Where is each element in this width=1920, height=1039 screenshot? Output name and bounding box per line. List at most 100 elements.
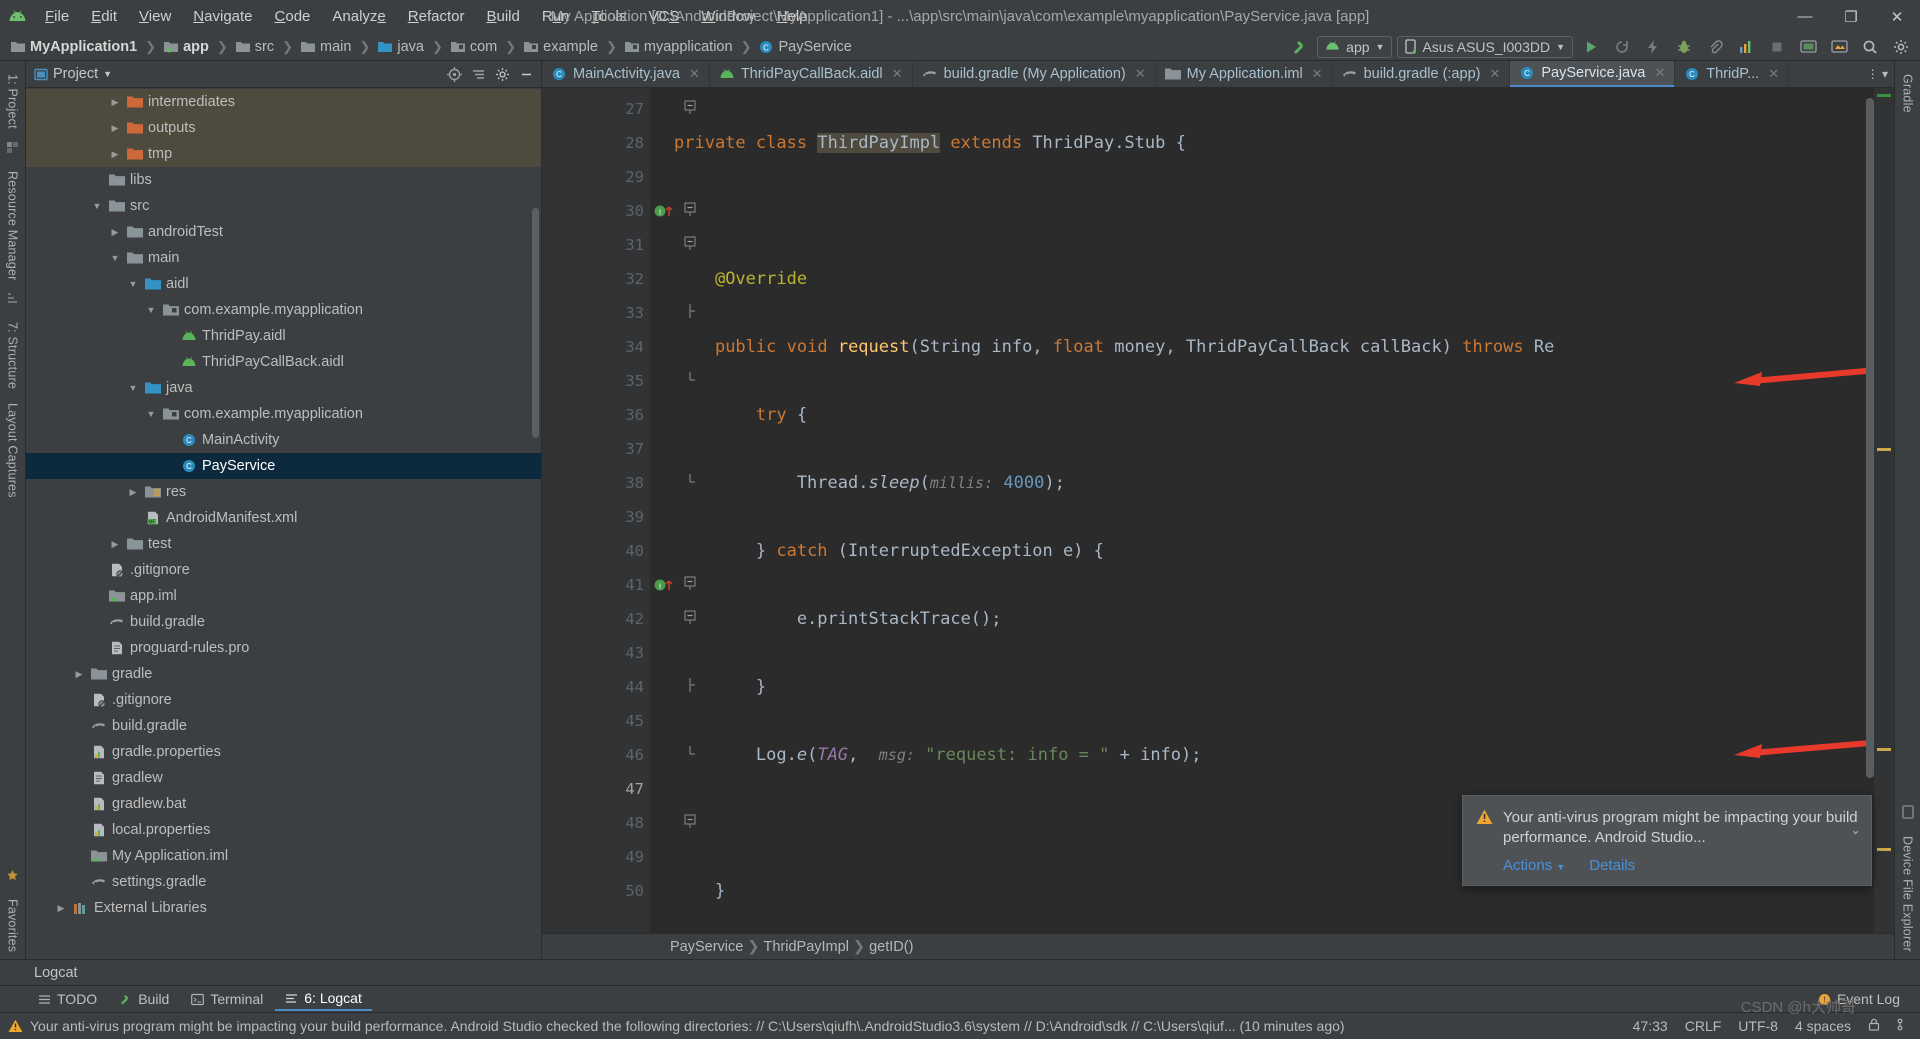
breadcrumb-item-java[interactable]: java — [375, 38, 427, 56]
file-encoding[interactable]: UTF-8 — [1738, 1018, 1778, 1034]
tree-node-external-libraries[interactable]: ▶ External Libraries — [26, 895, 541, 921]
editor-breadcrumb-inner[interactable]: ThridPayImpl — [764, 939, 849, 955]
breadcrumb-item-src[interactable]: src — [233, 38, 277, 56]
editor-scrollbar[interactable] — [1866, 98, 1874, 778]
tree-node-src[interactable]: ▼ src — [26, 193, 541, 219]
editor-tab-bar[interactable]: C MainActivity.java ✕ ThridPayCallBack.aidl… — [542, 61, 1894, 88]
bottom-tab-build[interactable]: Build — [109, 988, 179, 1010]
chevron-right-icon[interactable]: ▶ — [126, 487, 140, 498]
editor-breadcrumb-class[interactable]: PayService — [670, 939, 743, 955]
profiler-button[interactable] — [1733, 35, 1759, 59]
close-icon[interactable]: ✕ — [1489, 66, 1500, 82]
chevron-down-icon[interactable]: ▼ — [108, 253, 122, 263]
main-menu[interactable]: File Edit View Navigate Code Analyze Ref… — [34, 4, 819, 29]
lock-icon[interactable] — [1868, 1018, 1880, 1034]
line-number-gutter[interactable]: 27 28 29 30 I 31 32 33 34 35 36 37 38 39 40 41 I 42 43 44 45… — [542, 88, 696, 933]
project-panel-title[interactable]: Project ▼ — [34, 66, 112, 82]
menu-analyze[interactable]: Analyze — [321, 4, 396, 29]
close-icon[interactable]: ✕ — [1654, 65, 1665, 81]
line-number-46[interactable]: 46 — [542, 738, 695, 772]
bottom-tab-terminal[interactable]: Terminal — [181, 988, 273, 1010]
chevron-right-icon[interactable]: ▶ — [72, 669, 86, 680]
tree-node-libs[interactable]: libs — [26, 167, 541, 193]
tree-node-thridpaycallback-aidl[interactable]: ThridPayCallBack.aidl — [26, 349, 541, 375]
settings-button[interactable] — [1888, 35, 1914, 59]
chevron-right-icon[interactable]: ▶ — [108, 227, 122, 238]
editor-tab-my-application-iml[interactable]: My Application.iml ✕ — [1156, 61, 1333, 87]
notification-balloon[interactable]: Your anti-virus program might be impacti… — [1462, 794, 1872, 886]
line-number-47[interactable]: 47 — [542, 772, 650, 806]
line-number-33[interactable]: 33 — [542, 296, 695, 330]
breadcrumb-item-com[interactable]: com — [448, 38, 500, 56]
tree-node-aidl[interactable]: ▼ aidl — [26, 271, 541, 297]
rail-item-resource-manager[interactable]: Resource Manager — [6, 164, 20, 288]
menu-vcs[interactable]: VCS — [637, 4, 690, 29]
menu-help[interactable]: Help — [766, 4, 819, 29]
breadcrumb-item-app[interactable]: app — [161, 38, 212, 56]
tree-node-app-iml[interactable]: app.iml — [26, 583, 541, 609]
rail-item-favorites[interactable]: Favorites — [6, 892, 20, 959]
run-button[interactable] — [1578, 35, 1604, 59]
stop-button[interactable] — [1764, 35, 1790, 59]
editor-breadcrumb-method[interactable]: getID() — [869, 939, 913, 955]
editor-tab-build-gradle-my-application-[interactable]: build.gradle (My Application) ✕ — [913, 61, 1156, 87]
tree-node-gradlew[interactable]: gradlew — [26, 765, 541, 791]
tree-node-androidmanifest-xml[interactable]: MF AndroidManifest.xml — [26, 505, 541, 531]
editor-tab-thridpaycallback-aidl[interactable]: ThridPayCallBack.aidl ✕ — [710, 61, 913, 87]
close-icon[interactable]: ✕ — [1135, 66, 1146, 82]
tree-node-tmp[interactable]: ▶ tmp — [26, 141, 541, 167]
indent-setting[interactable]: 4 spaces — [1795, 1018, 1851, 1034]
notification-collapse-icon[interactable]: ⌄ — [1850, 822, 1861, 838]
close-button[interactable]: ✕ — [1874, 0, 1920, 33]
chevron-down-icon[interactable]: ▼ — [126, 279, 140, 289]
rail-item-project[interactable]: 1: Project — [6, 67, 20, 136]
line-number-43[interactable]: 43 — [542, 636, 650, 670]
line-number-35[interactable]: 35 — [542, 364, 695, 398]
collapse-all-button[interactable] — [467, 63, 489, 85]
line-number-39[interactable]: 39 — [542, 500, 650, 534]
chevron-down-icon[interactable]: ▼ — [90, 201, 104, 211]
line-number-38[interactable]: 38 — [542, 466, 695, 500]
device-selector[interactable]: Asus ASUS_I003DD ▼ — [1397, 35, 1573, 58]
panel-settings-button[interactable] — [491, 63, 513, 85]
maximize-button[interactable]: ❐ — [1828, 0, 1874, 33]
rail-item-structure[interactable]: 7: Structure — [6, 315, 20, 396]
editor-tab-mainactivity-java[interactable]: C MainActivity.java ✕ — [542, 61, 710, 87]
line-number-31[interactable]: 31 — [542, 228, 696, 262]
line-separator[interactable]: CRLF — [1685, 1018, 1722, 1034]
line-number-40[interactable]: 40 — [542, 534, 650, 568]
notification-details-link[interactable]: Details — [1589, 857, 1635, 874]
tree-node-com-example-myapplication[interactable]: ▼ com.example.myapplication — [26, 297, 541, 323]
chevron-right-icon[interactable]: ▶ — [108, 123, 122, 134]
line-number-37[interactable]: 37 — [542, 432, 650, 466]
tree-node-test[interactable]: ▶ test — [26, 531, 541, 557]
line-number-30[interactable]: 30 I — [542, 194, 696, 228]
menu-edit[interactable]: Edit — [80, 4, 128, 29]
menu-navigate[interactable]: Navigate — [182, 4, 263, 29]
line-number-42[interactable]: 42 — [542, 602, 696, 636]
tree-node-build-gradle[interactable]: build.gradle — [26, 713, 541, 739]
tree-node-settings-gradle[interactable]: settings.gradle — [26, 869, 541, 895]
menu-tools[interactable]: Tools — [580, 4, 637, 29]
line-number-32[interactable]: 32 — [542, 262, 650, 296]
tree-node-gradle-properties[interactable]: gradle.properties — [26, 739, 541, 765]
project-tree-scrollbar[interactable] — [532, 208, 539, 438]
chevron-right-icon[interactable]: ▶ — [54, 903, 68, 914]
tree-node-proguard-rules-pro[interactable]: proguard-rules.pro — [26, 635, 541, 661]
debug-button[interactable] — [1671, 35, 1697, 59]
line-number-50[interactable]: 50 — [542, 874, 650, 908]
editor-tab-payservice-java[interactable]: C PayService.java ✕ — [1510, 61, 1676, 87]
bottom-tab-todo[interactable]: TODO — [28, 988, 107, 1010]
rail-item-device-file-explorer[interactable]: Device File Explorer — [1901, 829, 1915, 959]
tree-node--gitignore[interactable]: .gitignore — [26, 687, 541, 713]
line-number-34[interactable]: 34 — [542, 330, 650, 364]
run-configuration-selector[interactable]: app ▼ — [1317, 35, 1393, 58]
tree-node--gitignore[interactable]: .gitignore — [26, 557, 541, 583]
rail-item-gradle[interactable]: Gradle — [1901, 67, 1915, 120]
line-number-44[interactable]: 44 — [542, 670, 695, 704]
search-everywhere-button[interactable] — [1857, 35, 1883, 59]
editor-tab-thridp-[interactable]: C ThridP... ✕ — [1675, 61, 1790, 87]
breadcrumb-item-myapplication[interactable]: myapplication — [622, 38, 736, 56]
status-message[interactable]: Your anti-virus program might be impacti… — [8, 1018, 1345, 1034]
rerun-button[interactable] — [1609, 35, 1635, 59]
